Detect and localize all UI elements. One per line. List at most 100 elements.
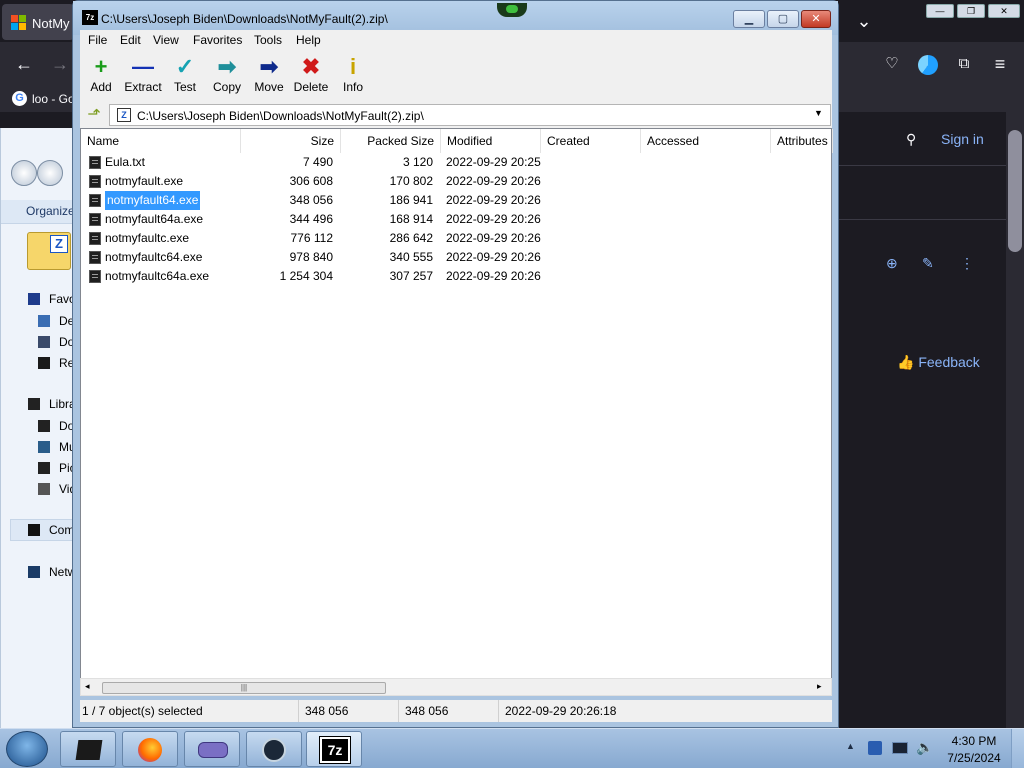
tray-app-icon[interactable] — [868, 741, 882, 755]
up-folder-icon[interactable]: ⬏ — [84, 105, 104, 125]
scrollbar-thumb[interactable]: ||| — [102, 682, 386, 694]
dropdown-arrow-icon[interactable]: ▼ — [814, 108, 823, 118]
toolbar-label: Extract — [124, 80, 162, 94]
file-row[interactable]: notmyfault64a.exe 344 496 168 914 2022-09-2… — [81, 210, 831, 229]
taskbar-gameboy-button[interactable] — [184, 731, 240, 767]
toolbar-label: Copy — [212, 80, 241, 94]
file-modified: 2022-09-29 20:25 — [446, 155, 541, 169]
window-title: C:\Users\Joseph Biden\Downloads\NotMyFau… — [101, 12, 388, 26]
taskbar: 7z ▲ 🔈 4:30 PM 7/25/2024 — [0, 728, 1024, 768]
tab-list-chevron-icon[interactable]: ⌄ — [852, 10, 876, 34]
feedback-link[interactable]: 👍 Feedback — [897, 354, 980, 371]
maximize-button[interactable]: ▢ — [767, 10, 799, 28]
minimize-button[interactable]: ▁ — [733, 10, 765, 28]
browser-tab[interactable]: NotMy — [2, 4, 74, 40]
back-arrow-icon[interactable]: ← — [12, 53, 36, 77]
file-icon — [89, 270, 101, 283]
desktop-icon — [38, 315, 50, 327]
address-text: C:\Users\Joseph Biden\Downloads\NotMyFau… — [137, 109, 424, 123]
file-row[interactable]: notmyfaultc64.exe 978 840 340 555 2022-09-2… — [81, 248, 831, 267]
tray-time[interactable]: 4:30 PM — [944, 734, 1004, 748]
edit-pencil-icon[interactable]: ✎ — [922, 255, 934, 272]
extract-button[interactable]: — Extract — [122, 52, 164, 100]
close-button[interactable]: ✕ — [801, 10, 831, 28]
file-size: 306 608 — [289, 174, 333, 188]
add-button[interactable]: + Add — [80, 52, 122, 100]
column-header[interactable]: Created — [541, 129, 641, 153]
column-header[interactable]: Accessed — [641, 129, 771, 153]
column-header[interactable]: Size — [241, 129, 341, 153]
add-circle-icon[interactable]: ⊕ — [886, 255, 898, 272]
file-modified: 2022-09-29 20:26 — [446, 193, 541, 207]
file-packed: 168 914 — [389, 212, 433, 226]
file-row[interactable]: notmyfaultc.exe 776 112 286 642 2022-09-29 … — [81, 229, 831, 248]
microsoft-logo-icon — [11, 15, 27, 31]
file-list[interactable]: Name Size Packed Size Modified Created Access… — [80, 128, 833, 696]
scroll-right-icon[interactable]: ▸ — [817, 681, 822, 692]
menu-edit[interactable]: Edit — [120, 33, 141, 47]
tray-date[interactable]: 7/25/2024 — [944, 751, 1004, 765]
file-row[interactable]: notmyfault.exe 306 608 170 802 2022-09-29 2… — [81, 172, 831, 191]
file-packed: 170 802 — [389, 174, 433, 188]
file-icon — [89, 251, 101, 264]
documents-icon — [38, 420, 50, 432]
file-icon — [89, 194, 101, 207]
column-header[interactable]: Packed Size — [341, 129, 441, 153]
delete-button[interactable]: ✖ Delete — [290, 52, 332, 100]
forward-round-icon[interactable] — [37, 160, 63, 186]
ff-restore-button[interactable]: ❐ — [957, 4, 985, 18]
show-desktop-button[interactable] — [1011, 729, 1024, 768]
forward-arrow-icon[interactable]: → — [48, 53, 72, 77]
address-bar: ⬏ Z C:\Users\Joseph Biden\Downloads\NotM… — [80, 102, 832, 128]
taskbar-steam-button[interactable] — [246, 731, 302, 767]
info-button[interactable]: i Info — [332, 52, 374, 100]
file-row[interactable]: notmyfault64.exe 348 056 186 941 2022-09-29… — [81, 191, 831, 210]
file-row[interactable]: notmyfaultc64a.exe 1 254 304 307 257 2022-0… — [81, 267, 831, 286]
status-size: 348 056 — [298, 700, 348, 722]
toolbar-label: Move — [254, 80, 284, 94]
volume-icon[interactable]: 🔈 — [916, 739, 933, 756]
file-row[interactable]: Eula.txt 7 490 3 120 2022-09-29 20:25 — [81, 153, 831, 172]
ff-close-button[interactable]: ✕ — [988, 4, 1020, 18]
file-modified: 2022-09-29 20:26 — [446, 269, 541, 283]
bookmark-item[interactable]: loo - Go — [32, 92, 75, 106]
search-icon[interactable]: ⚲ — [906, 131, 916, 148]
menu-file[interactable]: File — [88, 33, 107, 47]
zip-folder-icon: Z — [27, 232, 71, 270]
address-combo[interactable]: Z C:\Users\Joseph Biden\Downloads\NotMyF… — [109, 104, 831, 126]
more-vertical-icon[interactable]: ⋮ — [960, 255, 974, 272]
menu-help[interactable]: Help — [296, 33, 321, 47]
test-button[interactable]: ✓ Test — [164, 52, 206, 100]
column-header[interactable]: Attributes — [771, 129, 833, 153]
taskbar-explorer-button[interactable] — [60, 731, 116, 767]
menu-hamburger-icon[interactable]: ≡ — [988, 53, 1012, 77]
account-avatar-icon[interactable] — [918, 55, 938, 75]
menu-tools[interactable]: Tools — [254, 33, 282, 47]
tray-expand-icon[interactable]: ▲ — [846, 741, 855, 751]
organize-button[interactable]: Organize — [26, 204, 75, 218]
move-button[interactable]: ➡ Move — [248, 52, 290, 100]
start-orb-icon[interactable] — [6, 731, 48, 767]
file-name: notmyfaultc64a.exe — [105, 269, 210, 283]
minus-icon: — — [132, 54, 154, 79]
browser-scrollbar-thumb[interactable] — [1008, 130, 1022, 252]
menu-favorites[interactable]: Favorites — [193, 33, 242, 47]
gameboy-advance-icon — [198, 742, 228, 758]
network-monitor-icon[interactable] — [892, 742, 908, 754]
taskbar-7zip-button[interactable]: 7z — [306, 731, 362, 767]
column-header[interactable]: Name — [81, 129, 241, 153]
file-size: 348 056 — [289, 193, 333, 207]
copy-button[interactable]: ➡ Copy — [206, 52, 248, 100]
extensions-icon[interactable]: ⧉ — [952, 53, 976, 77]
column-header[interactable]: Modified — [441, 129, 541, 153]
file-size: 7 490 — [302, 155, 333, 169]
taskbar-firefox-button[interactable] — [122, 731, 178, 767]
back-round-icon[interactable] — [11, 160, 37, 186]
ff-minimize-button[interactable]: — — [926, 4, 954, 18]
pocket-icon[interactable]: ♡ — [880, 53, 904, 77]
sign-in-link[interactable]: Sign in — [941, 131, 984, 147]
scroll-left-icon[interactable]: ◂ — [85, 681, 90, 692]
menu-bar: File Edit View Favorites Tools Help — [80, 30, 832, 50]
horizontal-scrollbar[interactable]: ◂ ||| ▸ — [80, 678, 832, 696]
menu-view[interactable]: View — [153, 33, 179, 47]
